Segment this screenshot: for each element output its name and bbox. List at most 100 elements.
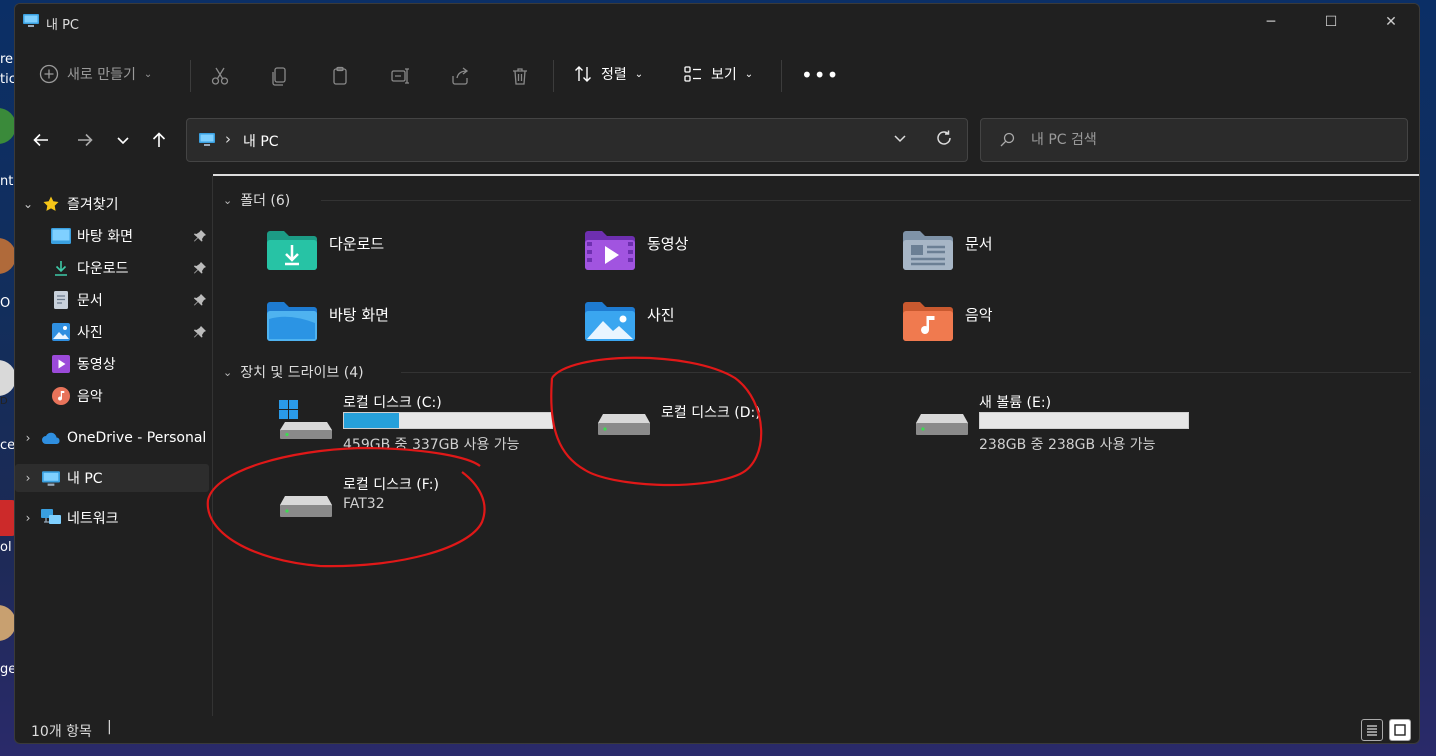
drive-name: 새 볼륨 (E:) bbox=[979, 395, 1052, 411]
plus-circle-icon bbox=[39, 64, 59, 84]
sidebar-item-onedrive[interactable]: › OneDrive - Personal bbox=[15, 424, 209, 452]
music-folder-icon bbox=[903, 302, 953, 341]
view-list-icon bbox=[684, 66, 701, 82]
downloads-folder-icon bbox=[267, 231, 317, 270]
chevron-down-icon bbox=[117, 137, 129, 145]
sidebar-item-this-pc[interactable]: › 내 PC bbox=[15, 464, 209, 492]
sort-button[interactable]: 정렬 ⌄ bbox=[573, 64, 643, 84]
back-button[interactable] bbox=[27, 126, 55, 154]
sidebar-item-music[interactable]: 음악 bbox=[15, 382, 209, 410]
videos-folder-icon bbox=[585, 231, 635, 270]
chevron-down-icon: ⌄ bbox=[143, 68, 153, 80]
paste-button[interactable] bbox=[328, 64, 352, 88]
sidebar-item-documents[interactable]: 문서 bbox=[15, 286, 209, 314]
trash-icon bbox=[513, 68, 527, 85]
sidebar-item-desktop[interactable]: 바탕 화면 bbox=[15, 222, 209, 250]
sidebar-item-network[interactable]: › 네트워크 bbox=[15, 504, 209, 532]
chevron-down-icon[interactable]: ⌄ bbox=[223, 366, 232, 379]
folder-item-documents[interactable]: 문서 bbox=[901, 222, 1201, 276]
pin-icon[interactable] bbox=[193, 293, 207, 307]
drive-item-e[interactable]: 새 볼륨 (E:) 238GB 중 238GB 사용 가능 bbox=[915, 392, 1215, 460]
folders-section-header[interactable]: ⌄ 폴더 (6) bbox=[223, 190, 290, 210]
navigation-pane: ⌄ 즐겨찾기 바탕 화면 다운로드 문서 사진 동영상 음악 › OneDriv… bbox=[15, 176, 213, 716]
share-icon bbox=[452, 67, 469, 85]
maximize-button[interactable]: ☐ bbox=[1301, 4, 1361, 40]
sidebar-item-label: 음악 bbox=[77, 389, 103, 405]
delete-button[interactable] bbox=[508, 64, 532, 88]
windows-drive-icon bbox=[279, 400, 332, 439]
arrow-right-icon bbox=[78, 133, 93, 147]
status-bar: 10개 항목 | bbox=[15, 716, 1419, 743]
share-button[interactable] bbox=[448, 64, 472, 88]
chevron-right-icon[interactable]: › bbox=[15, 431, 41, 445]
folder-item-downloads[interactable]: 다운로드 bbox=[265, 222, 565, 276]
pin-icon[interactable] bbox=[193, 325, 207, 339]
drive-name: 로컬 디스크 (D:) bbox=[661, 405, 761, 421]
sidebar-item-label: 즐겨찾기 bbox=[67, 197, 119, 213]
folder-item-pictures[interactable]: 사진 bbox=[583, 293, 883, 347]
folder-name: 문서 bbox=[965, 234, 993, 253]
close-button[interactable]: ✕ bbox=[1361, 4, 1419, 40]
hard-drive-icon bbox=[598, 414, 650, 435]
recent-locations-button[interactable] bbox=[109, 126, 137, 154]
details-view-icon bbox=[1367, 725, 1377, 736]
this-pc-icon bbox=[199, 133, 215, 146]
breadcrumb-this-pc[interactable]: 내 PC bbox=[243, 131, 279, 151]
rename-button[interactable] bbox=[388, 64, 412, 88]
cut-button[interactable] bbox=[208, 64, 232, 88]
pictures-folder-icon bbox=[585, 302, 635, 341]
star-icon bbox=[41, 195, 61, 213]
section-divider bbox=[401, 372, 1411, 373]
drive-item-f[interactable]: 로컬 디스크 (F:) FAT32 bbox=[279, 474, 579, 542]
desktop-label: ol bbox=[0, 540, 12, 555]
sidebar-item-pictures[interactable]: 사진 bbox=[15, 318, 209, 346]
desktop-label: re bbox=[0, 52, 14, 67]
file-explorer-window: 내 PC ─ ☐ ✕ 새로 만들기 ⌄ 정렬 ⌄ 보기 ⌄ ••• › 내 PC… bbox=[14, 3, 1420, 744]
sidebar-item-quick-access[interactable]: ⌄ 즐겨찾기 bbox=[15, 190, 209, 218]
sidebar-item-downloads[interactable]: 다운로드 bbox=[15, 254, 209, 282]
address-history-button[interactable] bbox=[893, 131, 907, 149]
music-icon bbox=[51, 387, 71, 405]
drive-item-d[interactable]: 로컬 디스크 (D:) bbox=[597, 392, 897, 460]
sidebar-item-label: 네트워크 bbox=[67, 511, 119, 527]
search-input[interactable] bbox=[1031, 129, 1391, 151]
drive-space-info: 459GB 중 337GB 사용 가능 bbox=[343, 437, 520, 453]
chevron-down-icon[interactable]: ⌄ bbox=[15, 197, 41, 211]
new-button[interactable]: 새로 만들기 ⌄ bbox=[39, 64, 152, 84]
download-icon bbox=[51, 259, 71, 277]
title-bar[interactable]: 내 PC ─ ☐ ✕ bbox=[15, 4, 1419, 40]
drive-usage-bar bbox=[343, 412, 553, 429]
large-icons-view-button[interactable] bbox=[1389, 719, 1411, 741]
desktop-label: nt bbox=[0, 174, 14, 189]
minimize-button[interactable]: ─ bbox=[1241, 4, 1301, 40]
rename-icon bbox=[391, 68, 409, 84]
desktop-label: D bbox=[0, 396, 8, 407]
pin-icon[interactable] bbox=[193, 229, 207, 243]
content-pane: ⌄ 폴더 (6) 다운로드 동영상 문서 바탕 화면 사진 음악 ⌄ 장치 및 … bbox=[213, 176, 1419, 716]
document-icon bbox=[51, 291, 71, 309]
sidebar-item-videos[interactable]: 동영상 bbox=[15, 350, 209, 378]
address-bar[interactable]: › 내 PC bbox=[186, 118, 968, 162]
breadcrumb-chevron-icon[interactable]: › bbox=[225, 130, 231, 148]
section-title: 장치 및 드라이브 (4) bbox=[240, 365, 364, 381]
folder-item-music[interactable]: 음악 bbox=[901, 293, 1201, 347]
copy-icon bbox=[272, 67, 286, 86]
more-options-button[interactable]: ••• bbox=[801, 64, 839, 86]
view-button[interactable]: 보기 ⌄ bbox=[683, 64, 753, 84]
forward-button[interactable] bbox=[71, 126, 99, 154]
toolbar-separator bbox=[781, 60, 782, 92]
pin-icon[interactable] bbox=[193, 261, 207, 275]
folder-item-videos[interactable]: 동영상 bbox=[583, 222, 883, 276]
copy-button[interactable] bbox=[268, 64, 292, 88]
scissors-icon bbox=[211, 67, 229, 85]
search-box[interactable] bbox=[980, 118, 1408, 162]
details-view-button[interactable] bbox=[1361, 719, 1383, 741]
drive-item-c[interactable]: 로컬 디스크 (C:) 459GB 중 337GB 사용 가능 bbox=[279, 392, 579, 460]
folder-item-desktop[interactable]: 바탕 화면 bbox=[265, 293, 565, 347]
refresh-button[interactable] bbox=[935, 129, 953, 152]
chevron-down-icon[interactable]: ⌄ bbox=[223, 194, 232, 207]
chevron-right-icon[interactable]: › bbox=[15, 511, 41, 525]
chevron-right-icon[interactable]: › bbox=[15, 471, 41, 485]
drives-section-header[interactable]: ⌄ 장치 및 드라이브 (4) bbox=[223, 362, 364, 382]
up-button[interactable] bbox=[145, 126, 173, 154]
